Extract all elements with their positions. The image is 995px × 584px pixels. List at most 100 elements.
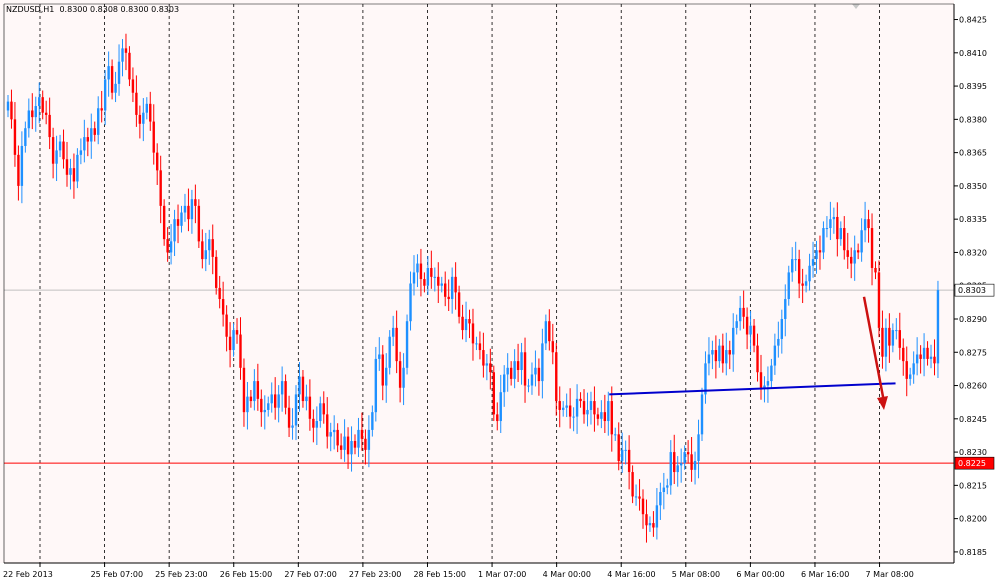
bear-candle [728, 350, 731, 355]
bear-candle [260, 398, 263, 413]
y-tick-label: 0.8395 [959, 82, 987, 91]
bull-candle [34, 106, 37, 118]
bull-candle [27, 110, 31, 129]
bull-candle [305, 396, 308, 402]
bull-candle [114, 83, 117, 93]
bear-candle [156, 152, 159, 171]
x-tick-label: 4 Mar 00:00 [543, 570, 591, 579]
bull-candle [662, 487, 666, 493]
bear-candle [509, 367, 513, 379]
bull-candle [780, 318, 784, 339]
bear-candle [888, 327, 891, 346]
bear-candle [360, 429, 364, 439]
bull-candle [433, 276, 437, 278]
bear-candle [166, 239, 169, 253]
bear-candle [124, 48, 128, 53]
bull-candle [55, 150, 58, 164]
y-tick-label: 0.8230 [959, 448, 987, 457]
x-tick-label: 27 Feb 23:00 [349, 570, 401, 579]
bull-candle [565, 405, 568, 408]
bear-candle [256, 381, 260, 399]
bull-candle [371, 412, 374, 430]
y-tick-label: 0.8245 [959, 415, 987, 424]
ohlc-label: 0.8300 0.8308 0.8300 0.8303 [59, 5, 180, 14]
bear-candle [13, 119, 17, 155]
bull-candle [280, 381, 284, 395]
bull-candle [683, 452, 686, 464]
bear-candle [62, 141, 65, 160]
bull-candle [329, 432, 332, 437]
bull-candle [183, 205, 187, 213]
bear-candle [645, 514, 648, 526]
bull-candle [607, 401, 610, 422]
bear-candle [638, 496, 641, 499]
bull-candle [246, 396, 249, 413]
bull-candle [915, 354, 919, 364]
bull-candle [267, 403, 270, 410]
bull-candle [669, 452, 672, 486]
y-tick-label: 0.8260 [959, 382, 987, 391]
bear-candle [72, 168, 76, 182]
bull-candle [832, 216, 836, 220]
bear-candle [745, 316, 749, 335]
bear-candle [437, 276, 440, 286]
bull-candle [6, 101, 10, 111]
y-tick-label: 0.8275 [959, 348, 987, 357]
current-price-label: 0.8303 [958, 286, 986, 295]
price-chart[interactable]: 0.8425 0.8410 0.8395 0.8380 0.8365 0.8350 0.83… [0, 0, 995, 584]
bear-candle [211, 239, 214, 257]
bull-candle [388, 336, 391, 368]
bull-candle [20, 145, 24, 186]
bear-candle [381, 354, 384, 386]
bull-candle [343, 436, 346, 450]
bull-candle [541, 343, 544, 382]
bull-candle [853, 250, 856, 264]
bear-candle [423, 279, 426, 286]
bull-candle [735, 321, 738, 328]
x-tick-label: 25 Feb 07:00 [91, 570, 143, 579]
bear-candle [673, 452, 676, 473]
bear-candle [138, 114, 142, 124]
bear-candle [582, 401, 586, 415]
bull-candle [909, 374, 912, 379]
bull-candle [38, 97, 41, 107]
bear-candle [631, 472, 634, 497]
bear-candle [51, 137, 55, 164]
bear-candle [225, 314, 228, 337]
bull-candle [808, 265, 811, 282]
bear-candle [496, 414, 499, 422]
bear-candle [752, 325, 756, 346]
bull-candle [409, 283, 412, 322]
bull-candle [103, 79, 107, 111]
bull-candle [142, 112, 145, 124]
bull-candle [503, 374, 506, 393]
bear-candle [568, 405, 572, 417]
bull-candle [863, 219, 867, 231]
bear-candle [326, 414, 329, 437]
bear-candle [933, 356, 936, 364]
bull-candle [829, 219, 832, 229]
bull-candle [614, 434, 617, 436]
bull-candle [922, 347, 926, 359]
bull-candle [24, 128, 27, 146]
x-tick-label: 25 Feb 23:00 [155, 570, 207, 579]
bear-candle [905, 361, 908, 379]
bear-candle [926, 347, 929, 359]
bear-candle [482, 350, 485, 366]
bear-candle [31, 110, 34, 118]
bull-candle [391, 327, 395, 337]
bear-candle [461, 316, 464, 331]
bull-candle [700, 394, 704, 435]
bull-candle [891, 330, 895, 346]
bear-candle [149, 103, 152, 122]
bull-candle [69, 168, 72, 175]
bear-candle [41, 97, 44, 113]
bull-candle [405, 321, 409, 368]
bear-candle [194, 199, 197, 206]
bull-candle [107, 66, 110, 80]
bear-candle [756, 345, 759, 373]
bull-candle [402, 367, 405, 388]
bear-candle [856, 250, 860, 253]
bull-candle [291, 425, 294, 428]
bull-candle [520, 352, 523, 371]
